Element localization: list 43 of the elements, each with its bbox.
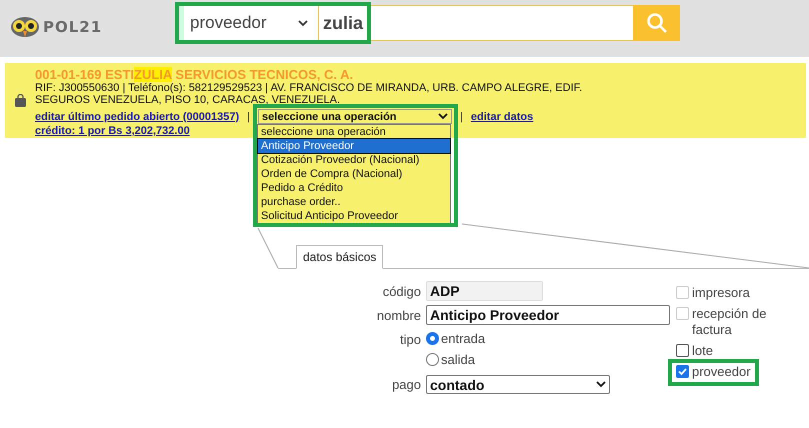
checkbox-label: proveedor: [692, 364, 751, 380]
edit-link[interactable]: editar último pedido abierto (00001357): [35, 110, 240, 122]
menu-option[interactable]: Anticipo Proveedor: [258, 139, 450, 153]
operation-select[interactable]: seleccione una operación: [258, 109, 452, 124]
field-label: código: [382, 283, 421, 299]
search-icon: [646, 12, 668, 34]
credit-link[interactable]: crédito: 1 por Bs 3,202,732.00: [35, 125, 190, 137]
radio-label: salida: [441, 352, 475, 367]
logo-text: POL21: [43, 18, 102, 36]
separator: |: [460, 110, 463, 122]
chevron-icon: [438, 113, 448, 120]
checkbox-label: lote: [692, 343, 713, 359]
owl-icon: [10, 16, 40, 38]
check-icon: [677, 366, 688, 377]
menu-option[interactable]: Cotización Proveedor (Nacional): [258, 153, 450, 167]
radio-button[interactable]: [426, 332, 439, 345]
separator: |: [247, 110, 250, 122]
chevron-icon: [298, 20, 308, 26]
supplier-title: 001-01-169 ESTIZULIA SERVICIOS TECNICOS, C. A.: [35, 67, 354, 82]
menu-option[interactable]: seleccione una operación: [258, 125, 450, 139]
field-label: tipo: [399, 331, 421, 347]
menu-option[interactable]: Solicitud Anticipo Proveedor: [258, 209, 450, 223]
menu-option[interactable]: Orden de Compra (Nacional): [258, 167, 450, 181]
checkbox[interactable]: [676, 344, 689, 357]
menu-option[interactable]: Pedido a Crédito: [258, 181, 450, 195]
edit-link[interactable]: editar datos: [470, 110, 534, 122]
checkbox-label: recepción de factura: [692, 306, 768, 338]
supplier-details: RIF: J300550630 | Teléfono(s): 582129529523 | AV. FRANCISCO DE MIRANDA, URB. CAMPO ALEGRE, EDIF. SEGUROS VENEZUELA, PISO 10, CARACAS, VENEZUELA.: [35, 82, 584, 106]
category-select[interactable]: proveedor: [180, 5, 318, 41]
search-field[interactable]: zulia: [318, 5, 633, 41]
field-label: pago: [391, 376, 421, 392]
radio-button[interactable]: [426, 353, 439, 366]
field-label: nombre: [376, 307, 421, 323]
payment-select[interactable]: contado: [426, 375, 610, 394]
chevron-icon: [596, 381, 606, 388]
menu-option[interactable]: purchase order..: [258, 195, 450, 209]
bag-icon: [14, 94, 26, 107]
leader-line: [258, 228, 278, 268]
checkbox[interactable]: [676, 365, 689, 378]
tab[interactable]: datos básicos: [296, 245, 384, 269]
name-field[interactable]: Anticipo Proveedor: [426, 305, 670, 325]
checkbox-label: impresora: [692, 285, 750, 301]
radio-label: entrada: [441, 331, 486, 346]
